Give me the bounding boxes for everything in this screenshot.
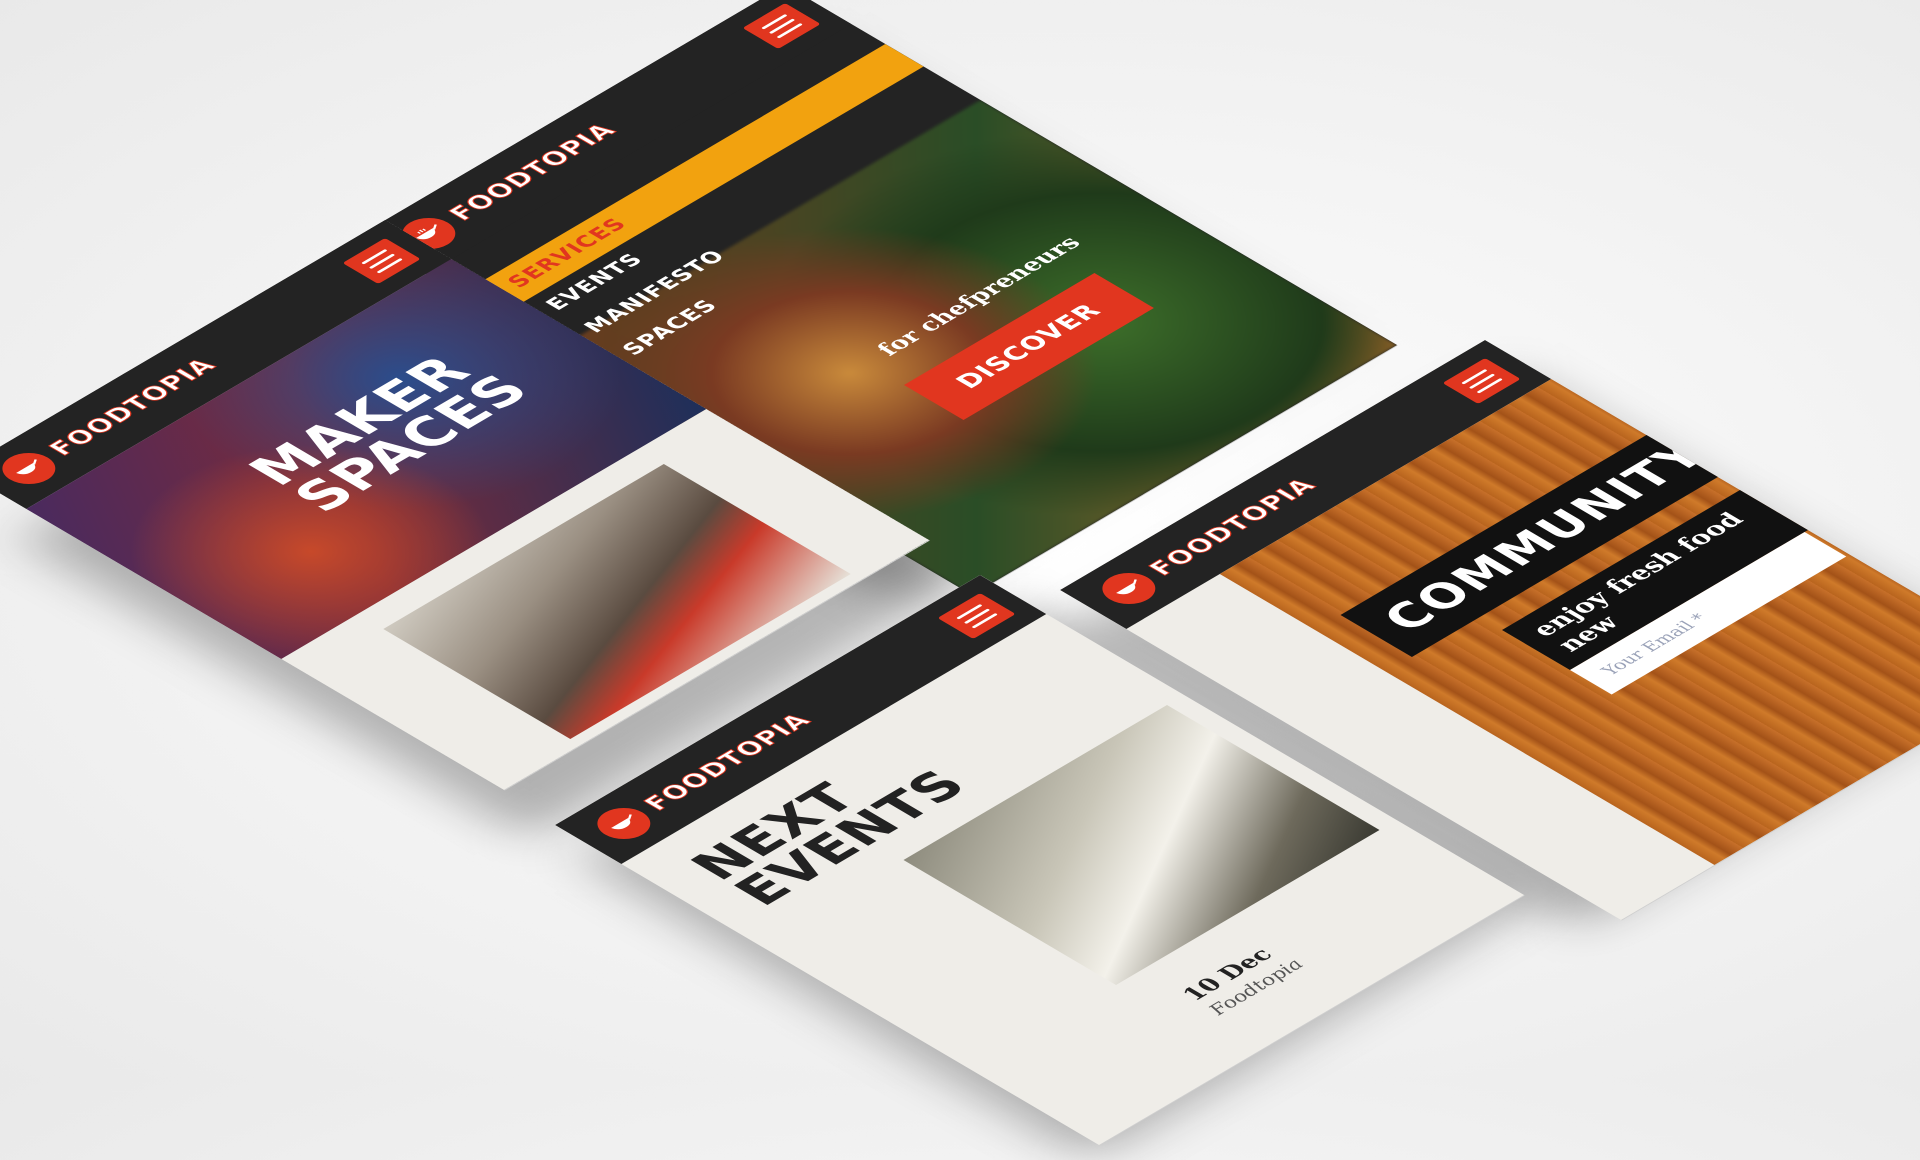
hamburger-menu-icon[interactable] (937, 593, 1016, 639)
hamburger-menu-icon[interactable] (1442, 358, 1521, 404)
hamburger-menu-icon[interactable] (742, 3, 821, 49)
logo-pan-icon (1091, 566, 1167, 611)
hamburger-menu-icon[interactable] (342, 238, 421, 284)
logo-pan-icon (586, 801, 662, 846)
